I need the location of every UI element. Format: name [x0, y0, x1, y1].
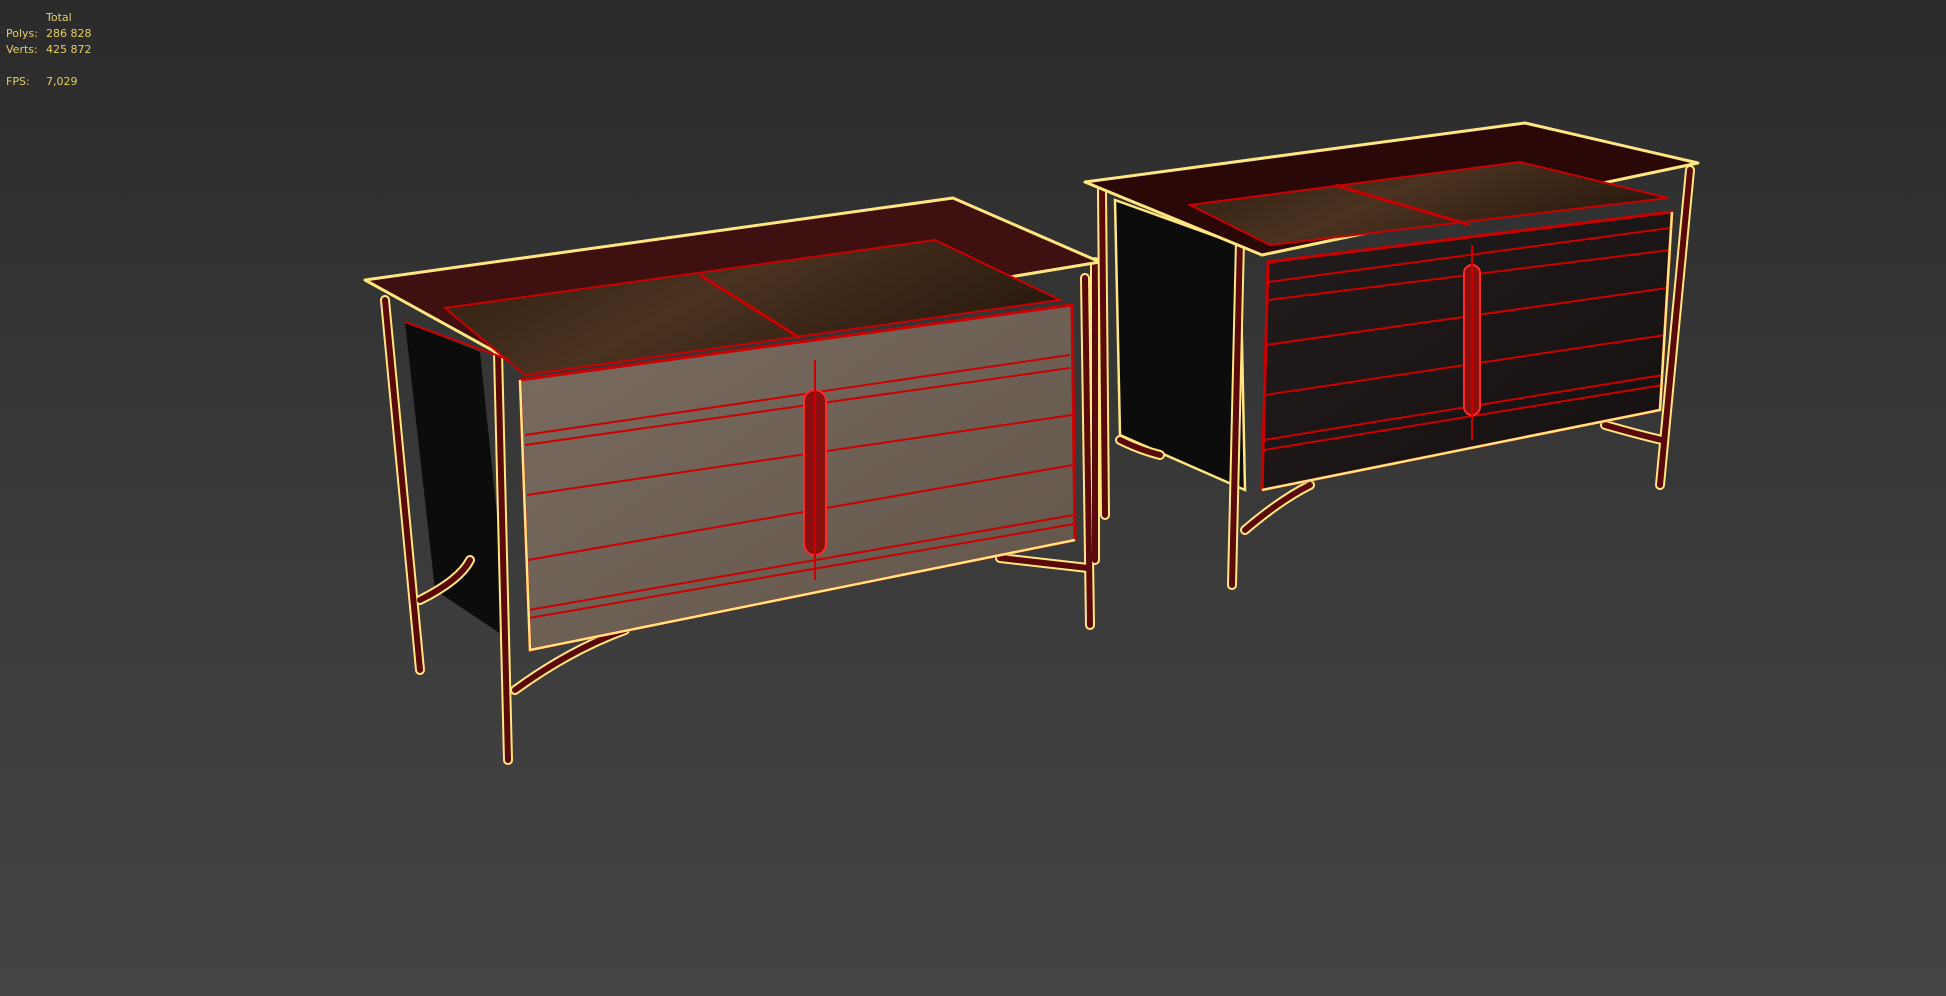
sideboard-dark[interactable] — [1083, 121, 1700, 590]
sideboard-light[interactable] — [363, 196, 1102, 765]
3d-viewport[interactable]: Total Polys: 286 828 Verts: 425 872 FPS:… — [0, 0, 1946, 996]
viewport-scene — [363, 121, 1700, 765]
